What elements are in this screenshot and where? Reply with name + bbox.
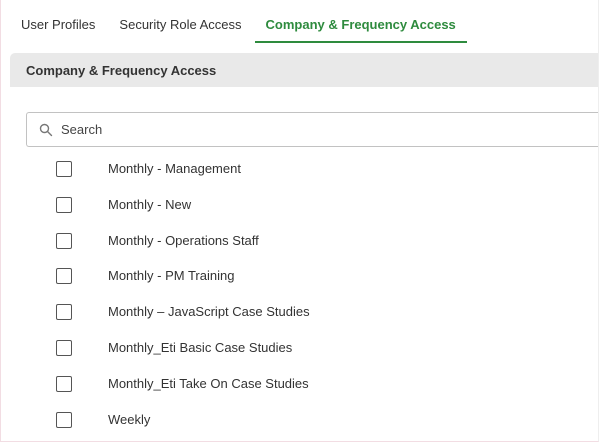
- list-item[interactable]: Monthly - Operations Staff: [10, 223, 598, 259]
- list-item-label: Monthly – JavaScript Case Studies: [108, 304, 310, 320]
- checkbox[interactable]: [56, 339, 72, 356]
- list-item[interactable]: Monthly_Eti Take On Case Studies: [10, 366, 598, 402]
- list-item-label: Monthly_Eti Take On Case Studies: [108, 375, 309, 391]
- list-item[interactable]: Monthly - New: [10, 187, 598, 223]
- app-frame: User Profiles Security Role Access Compa…: [0, 0, 599, 442]
- list-item[interactable]: Weekly: [10, 402, 598, 438]
- checkbox[interactable]: [56, 375, 72, 392]
- list-item-label: Monthly - Operations Staff: [108, 232, 259, 248]
- tab-user-profiles[interactable]: User Profiles: [1, 0, 107, 43]
- frequency-list: Monthly - Management Monthly - New Month…: [10, 151, 598, 438]
- search-box[interactable]: [26, 112, 598, 147]
- list-item-label: Monthly - New: [108, 196, 192, 212]
- tab-company-frequency-access[interactable]: Company & Frequency Access: [254, 0, 468, 43]
- list-item[interactable]: Monthly – JavaScript Case Studies: [10, 294, 598, 330]
- checkbox[interactable]: [56, 304, 72, 321]
- search-input[interactable]: [61, 114, 541, 145]
- tab-security-role-access[interactable]: Security Role Access: [107, 0, 253, 43]
- list-item-label: Monthly - Management: [108, 161, 241, 176]
- checkbox[interactable]: [56, 196, 72, 213]
- list-item[interactable]: Monthly - Management: [10, 151, 598, 187]
- search-icon: [39, 123, 53, 137]
- company-frequency-panel: Company & Frequency Access Monthly - Man…: [10, 53, 598, 441]
- list-item-label: Weekly: [108, 411, 151, 427]
- checkbox[interactable]: [56, 411, 72, 428]
- list-item-label: Monthly_Eti Basic Case Studies: [108, 339, 293, 355]
- list-item-label: Monthly - PM Training: [108, 268, 235, 284]
- checkbox[interactable]: [56, 268, 72, 285]
- panel-title: Company & Frequency Access: [10, 53, 598, 87]
- list-item[interactable]: Monthly_Eti Basic Case Studies: [10, 330, 598, 366]
- list-item[interactable]: Monthly - PM Training: [10, 258, 598, 294]
- checkbox[interactable]: [56, 232, 72, 249]
- checkbox[interactable]: [56, 161, 72, 177]
- tab-bar: User Profiles Security Role Access Compa…: [1, 0, 598, 44]
